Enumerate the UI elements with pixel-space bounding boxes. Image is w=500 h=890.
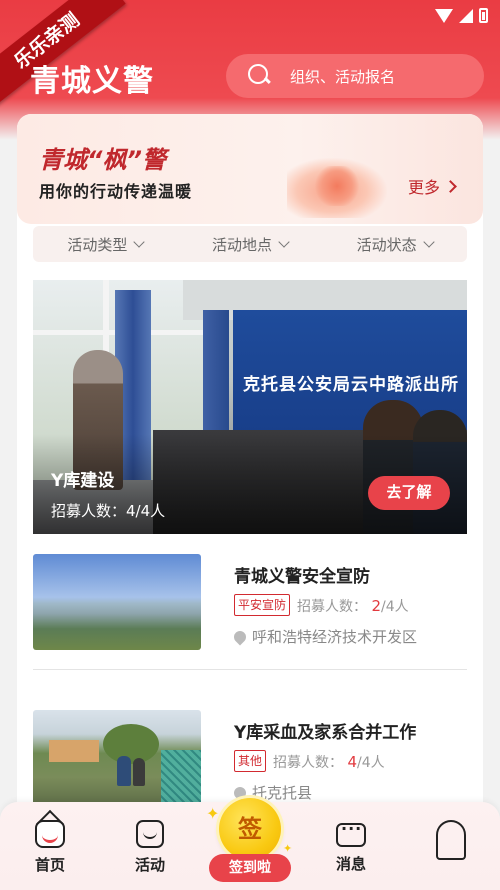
recruit-total: /4人 [381,599,409,615]
tab-label: 活动 [134,856,165,874]
promo-banner[interactable]: 青城“枫”警 用你的行动传递温暖 更多 [17,114,483,224]
sign-in-button[interactable]: 签到啦 [209,854,291,882]
tab-profile[interactable] [416,820,486,860]
filter-bar: 活动类型 活动地点 活动状态 [33,226,467,262]
activity-tag: 平安宣防 [234,594,291,616]
activity-location: 呼和浩特经济技术开发区 [231,626,418,647]
chevron-right-icon [444,179,457,193]
sign-in-icon[interactable]: 签 [219,798,281,860]
sparkle-icon: ✦ [206,804,220,823]
wifi-icon [435,8,453,23]
thumb-tree [103,724,159,764]
activity-recruit: 招募人数： 2/4人 [297,596,409,616]
battery-icon [479,8,488,23]
recruit-label: 招募人数： [273,755,343,771]
banner-subtitle: 用你的行动传递温暖 [39,182,193,201]
location-text: 呼和浩特经济技术开发区 [252,628,418,646]
tab-activity[interactable]: 活动 [115,820,185,875]
recruit-total: /4人 [357,755,385,771]
filter-label: 活动状态 [356,235,417,254]
filter-label: 活动类型 [67,235,128,254]
featured-activity[interactable]: 克托县公安局云中路派出所 Y库建设 招募人数：4/4人 去了解 [33,280,467,534]
chevron-down-icon [133,236,146,248]
search-bar[interactable]: 组织、活动报名 [226,54,484,98]
signal-icon [459,8,473,23]
message-icon [336,819,366,847]
thumb-net [161,750,201,806]
recruit-label: 招募人数： [297,599,367,615]
search-placeholder: 组织、活动报名 [290,67,396,86]
status-icons [435,8,488,23]
thumb-person [133,758,145,786]
filter-activity-status[interactable]: 活动状态 [322,226,467,262]
banner-title: 青城“枫”警 [39,146,166,174]
heart-illustration-core [315,166,359,206]
activity-thumbnail [33,554,201,650]
search-icon [248,64,272,88]
sparkle-icon: ✦ [283,842,293,855]
location-pin-icon [231,628,249,645]
activity-thumbnail [33,710,201,806]
chevron-down-icon [423,236,435,248]
more-link[interactable]: 更多 [407,174,457,198]
tab-home[interactable]: 首页 [15,820,85,875]
tab-label: 首页 [34,856,65,874]
activity-icon [136,820,164,848]
tab-label: 消息 [335,855,366,873]
chevron-down-icon [278,236,290,248]
recruit-value: 4/4人 [126,502,166,520]
thumb-person [117,756,131,786]
activity-tag: 其他 [234,750,267,772]
photo-wall-sign: 克托县公安局云中路派出所 [243,375,459,395]
more-label: 更多 [407,178,440,197]
profile-icon [436,820,466,860]
recruit-label: 招募人数： [51,502,127,520]
activity-title: 青城义警安全宣防 [234,567,370,587]
home-icon [35,820,65,848]
featured-recruit-count: 招募人数：4/4人 [51,500,165,521]
recruit-current: 2 [371,597,381,615]
recruit-current: 4 [347,753,357,771]
filter-activity-type[interactable]: 活动类型 [33,226,178,262]
tab-message[interactable]: 消息 [316,819,386,874]
filter-label: 活动地点 [212,235,273,254]
filter-activity-location[interactable]: 活动地点 [178,226,323,262]
thumb-house [49,740,99,762]
main-card: 青城“枫”警 用你的行动传递温暖 更多 活动类型 活动地点 活动状态 克托县公安… [17,114,483,834]
learn-more-button[interactable]: 去了解 [368,476,450,510]
activity-title: Y库采血及家系合并工作 [234,723,417,743]
featured-title: Y库建设 [51,471,115,491]
app-title: 青城义警 [30,64,154,99]
list-divider [33,669,467,670]
activity-recruit: 招募人数： 4/4人 [273,752,385,772]
